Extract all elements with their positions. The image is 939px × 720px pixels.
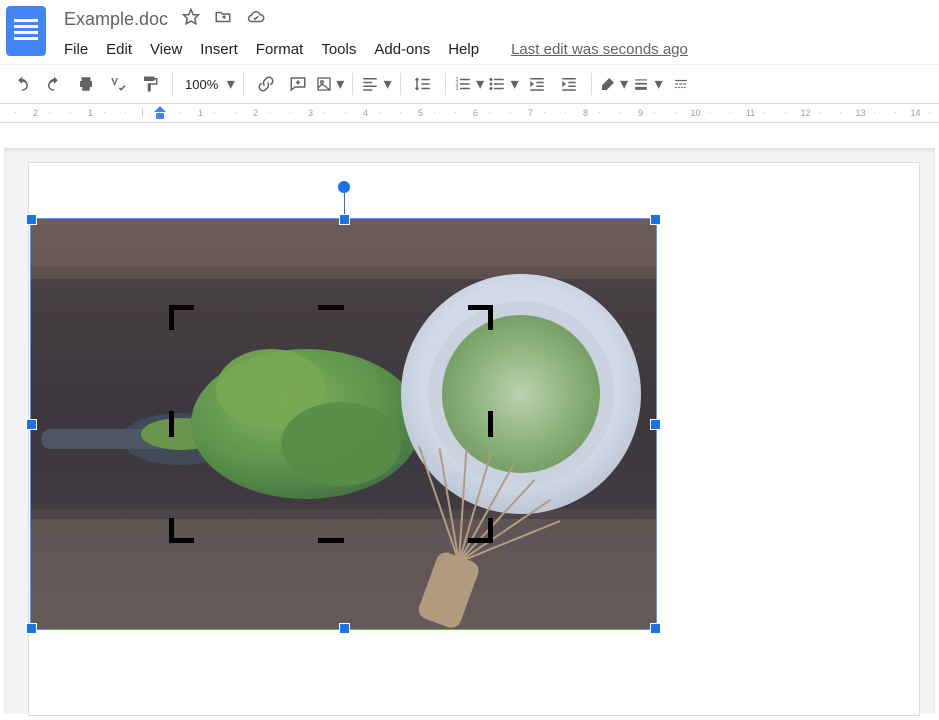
menu-view[interactable]: View (150, 41, 182, 58)
editor-surface (4, 148, 935, 714)
crop-edge-top[interactable] (318, 305, 344, 310)
crop-corner-top-right[interactable] (467, 305, 493, 331)
border-weight-dropdown[interactable]: ▾ (632, 70, 662, 98)
last-edit-link[interactable]: Last edit was seconds ago (511, 41, 688, 58)
toolbar-separator (243, 73, 244, 95)
print-button[interactable] (72, 70, 100, 98)
crop-corner-bottom-right[interactable] (467, 517, 493, 543)
rotation-handle[interactable] (338, 181, 350, 193)
crop-edge-left[interactable] (169, 411, 174, 437)
toolbar: 100% ▾ ▾ ▾ 123 ▾ ▾ ▾ ▾ (0, 64, 939, 104)
toolbar-separator (352, 73, 353, 95)
resize-handle-bottom[interactable] (339, 623, 350, 634)
undo-button[interactable] (8, 70, 36, 98)
horizontal-ruler[interactable]: 2 1 1 2 3 4 5 6 7 8 9 10 11 12 13 14 (0, 104, 939, 123)
line-spacing-button[interactable] (409, 70, 437, 98)
resize-handle-top-left[interactable] (26, 214, 37, 225)
toolbar-separator (445, 73, 446, 95)
crop-edge-bottom[interactable] (318, 538, 344, 543)
menu-file[interactable]: File (64, 41, 88, 58)
crop-corner-top-left[interactable] (169, 305, 195, 331)
menu-insert[interactable]: Insert (200, 41, 238, 58)
insert-image-dropdown[interactable]: ▾ (316, 70, 344, 98)
menu-tools[interactable]: Tools (321, 41, 356, 58)
star-outline-icon[interactable] (182, 8, 200, 31)
numbered-list-dropdown[interactable]: 123 ▾ (454, 70, 484, 98)
crop-edge-right[interactable] (488, 411, 493, 437)
menu-bar: File Edit View Insert Format Tools Add-o… (64, 34, 688, 64)
border-dash-dropdown[interactable] (667, 70, 695, 98)
svg-text:3: 3 (455, 86, 458, 92)
resize-handle-top-right[interactable] (650, 214, 661, 225)
redo-button[interactable] (40, 70, 68, 98)
resize-handle-top[interactable] (339, 214, 350, 225)
menu-format[interactable]: Format (256, 41, 304, 58)
increase-indent-button[interactable] (555, 70, 583, 98)
indent-marker[interactable] (154, 106, 166, 119)
crop-corner-bottom-left[interactable] (169, 517, 195, 543)
docs-logo-icon[interactable] (6, 6, 46, 56)
cloud-done-icon[interactable] (246, 8, 266, 31)
crop-region[interactable] (172, 308, 490, 540)
decrease-indent-button[interactable] (523, 70, 551, 98)
folder-move-icon[interactable] (214, 8, 232, 31)
selected-image[interactable] (30, 218, 657, 630)
menu-help[interactable]: Help (448, 41, 479, 58)
resize-handle-right[interactable] (650, 419, 661, 430)
resize-handle-bottom-left[interactable] (26, 623, 37, 634)
paint-format-button[interactable] (136, 70, 164, 98)
toolbar-separator (591, 73, 592, 95)
add-comment-button[interactable] (284, 70, 312, 98)
border-color-dropdown[interactable]: ▾ (600, 70, 628, 98)
title-bar: Example.doc File Edit View Insert Format… (0, 0, 939, 64)
document-title[interactable]: Example.doc (64, 9, 168, 30)
insert-link-button[interactable] (252, 70, 280, 98)
resize-handle-left[interactable] (26, 419, 37, 430)
align-dropdown[interactable]: ▾ (361, 70, 391, 98)
menu-edit[interactable]: Edit (106, 41, 132, 58)
bulleted-list-dropdown[interactable]: ▾ (488, 70, 518, 98)
spellcheck-button[interactable] (104, 70, 132, 98)
toolbar-separator (172, 73, 173, 95)
toolbar-separator (400, 73, 401, 95)
document-page[interactable] (28, 162, 920, 716)
resize-handle-bottom-right[interactable] (650, 623, 661, 634)
menu-addons[interactable]: Add-ons (374, 41, 430, 58)
zoom-dropdown[interactable]: 100% ▾ (181, 70, 235, 98)
